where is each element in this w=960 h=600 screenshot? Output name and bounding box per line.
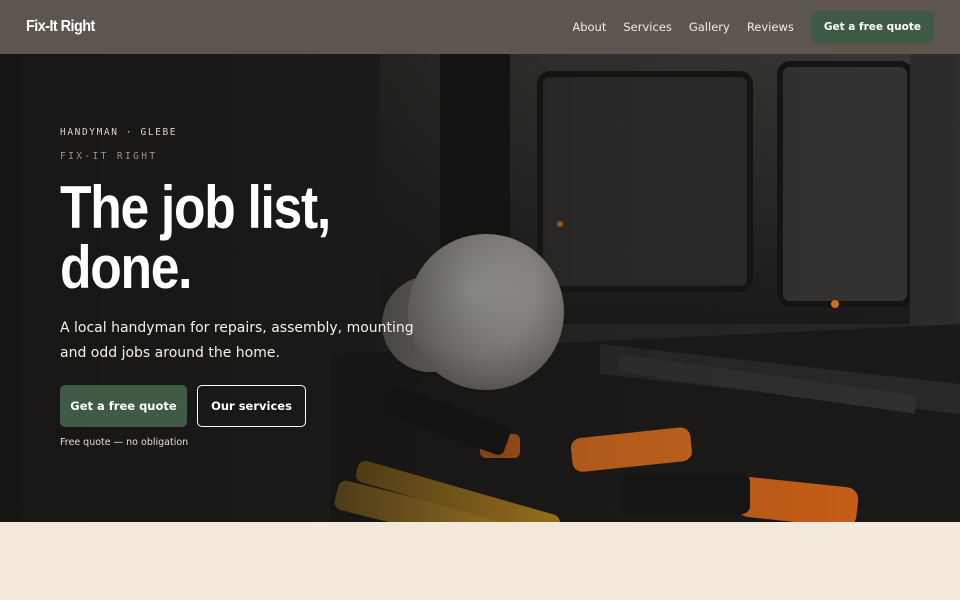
get-quote-button[interactable]: Get a free quote bbox=[60, 385, 187, 427]
hero-eyebrow-secondary: FIX-IT RIGHT bbox=[60, 151, 158, 162]
headline-line-2: done. bbox=[60, 234, 192, 301]
brand-logo[interactable]: Fix-It Right bbox=[26, 18, 95, 36]
nav-link-reviews[interactable]: Reviews bbox=[747, 20, 794, 34]
nav-quote-button[interactable]: Get a free quote bbox=[810, 11, 934, 43]
free-quote-note: Free quote — no obligation bbox=[60, 437, 189, 448]
next-section bbox=[0, 522, 960, 600]
nav-link-services[interactable]: Services bbox=[623, 20, 672, 34]
our-services-button[interactable]: Our services bbox=[197, 385, 306, 427]
hero-section: HANDYMAN · GLEBE FIX-IT RIGHT The job li… bbox=[0, 54, 960, 522]
hero-subtext: A local handyman for repairs, assembly, … bbox=[60, 320, 414, 361]
nav-links: About Services Gallery Reviews Get a fre… bbox=[555, 11, 934, 43]
hero-headline: The job list, done. bbox=[60, 178, 404, 298]
nav-link-gallery[interactable]: Gallery bbox=[689, 20, 730, 34]
top-nav: Fix-It Right About Services Gallery Revi… bbox=[0, 0, 960, 54]
hero-eyebrow: HANDYMAN · GLEBE bbox=[60, 127, 178, 138]
nav-link-about[interactable]: About bbox=[572, 20, 606, 34]
headline-line-1: The job list, bbox=[60, 174, 331, 241]
